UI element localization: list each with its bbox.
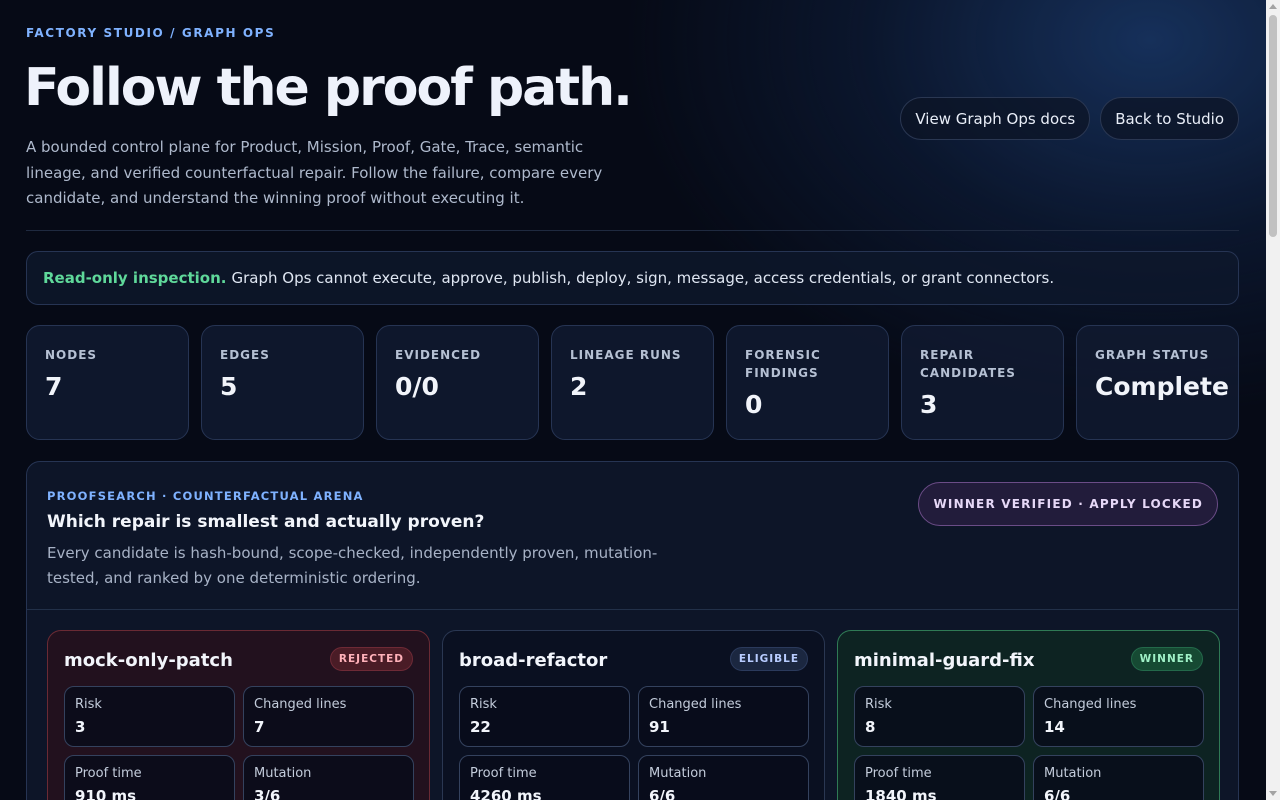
metric-changed-lines: Changed lines 7 xyxy=(243,686,414,747)
stat-value: 3 xyxy=(920,390,938,419)
metric-changed-lines: Changed lines 91 xyxy=(638,686,809,747)
stat-label: FORENSIC FINDINGS xyxy=(745,348,821,380)
metric-mutation: Mutation 6/6 xyxy=(1033,755,1204,800)
candidate-card-mock-only-patch[interactable]: mock-only-patch REJECTED Risk 3 Changed … xyxy=(47,630,430,800)
status-badge: REJECTED xyxy=(329,647,413,671)
stat-label: GRAPH STATUS xyxy=(1095,348,1210,362)
stat-value: 5 xyxy=(220,372,238,401)
metric-label: Mutation xyxy=(649,766,707,781)
stat-label: REPAIR CANDIDATES xyxy=(920,348,1016,380)
notice-text: Graph Ops cannot execute, approve, publi… xyxy=(231,269,1055,287)
stat-value: 2 xyxy=(570,372,588,401)
notice-strong: Read-only inspection. xyxy=(43,269,227,287)
metric-value: 91 xyxy=(649,718,670,736)
scroll-thumb[interactable] xyxy=(1269,15,1277,237)
metric-value: 7 xyxy=(254,718,265,736)
metric-value: 6/6 xyxy=(649,787,676,800)
metric-changed-lines: Changed lines 14 xyxy=(1033,686,1204,747)
metric-value: 22 xyxy=(470,718,491,736)
stats-row: NODES 7 EDGES 5 EVIDENCED 0/0 LINEAGE RU… xyxy=(26,325,1239,440)
metric-mutation: Mutation 6/6 xyxy=(638,755,809,800)
stat-value: 7 xyxy=(45,372,63,401)
stat-nodes: NODES 7 xyxy=(26,325,189,440)
metric-proof-time: Proof time 1840 ms xyxy=(854,755,1025,800)
metric-risk: Risk 3 xyxy=(64,686,235,747)
candidate-card-broad-refactor[interactable]: broad-refactor ELIGIBLE Risk 22 Changed … xyxy=(442,630,825,800)
winner-verified-badge: WINNER VERIFIED · APPLY LOCKED xyxy=(918,482,1218,526)
status-badge: WINNER xyxy=(1130,647,1203,671)
back-to-studio-button[interactable]: Back to Studio xyxy=(1100,97,1239,140)
metric-label: Changed lines xyxy=(1044,697,1137,712)
stat-label: EDGES xyxy=(220,348,270,362)
stat-evidenced: EVIDENCED 0/0 xyxy=(376,325,539,440)
page-description: A bounded control plane for Product, Mis… xyxy=(26,138,603,207)
stat-edges: EDGES 5 xyxy=(201,325,364,440)
stat-value: Complete xyxy=(1095,372,1229,401)
stat-label: NODES xyxy=(45,348,98,362)
metric-proof-time: Proof time 4260 ms xyxy=(459,755,630,800)
view-docs-button[interactable]: View Graph Ops docs xyxy=(900,97,1091,140)
metric-value: 910 ms xyxy=(75,787,137,800)
arena-divider xyxy=(27,609,1238,610)
stat-value: 0 xyxy=(745,390,763,419)
arena-description: Every candidate is hash-bound, scope-che… xyxy=(47,544,658,587)
status-badge: ELIGIBLE xyxy=(729,647,808,671)
stat-forensic-findings: FORENSIC FINDINGS 0 xyxy=(726,325,889,440)
metric-label: Risk xyxy=(75,697,102,712)
stat-lineage-runs: LINEAGE RUNS 2 xyxy=(551,325,714,440)
stat-label: LINEAGE RUNS xyxy=(570,348,682,362)
metric-label: Mutation xyxy=(254,766,312,781)
candidate-card-minimal-guard-fix[interactable]: minimal-guard-fix WINNER Risk 8 Changed … xyxy=(837,630,1220,800)
page-scrollbar[interactable] xyxy=(1266,0,1280,800)
read-only-notice: Read-only inspection. Graph Ops cannot e… xyxy=(26,251,1239,305)
arena-title: Which repair is smallest and actually pr… xyxy=(47,512,485,532)
scroll-down-arrow-icon[interactable] xyxy=(1269,791,1277,796)
metric-label: Mutation xyxy=(1044,766,1102,781)
metric-label: Changed lines xyxy=(254,697,347,712)
metric-value: 14 xyxy=(1044,718,1065,736)
metric-label: Risk xyxy=(470,697,497,712)
candidate-metrics: Risk 22 Changed lines 91 Proof time 4260… xyxy=(459,686,809,800)
metric-label: Proof time xyxy=(865,766,932,781)
stat-graph-status: GRAPH STATUS Complete xyxy=(1076,325,1239,440)
metric-value: 1840 ms xyxy=(865,787,937,800)
metric-value: 6/6 xyxy=(1044,787,1071,800)
counterfactual-arena: PROOFSEARCH · COUNTERFACTUAL ARENA Which… xyxy=(26,461,1239,800)
metric-label: Changed lines xyxy=(649,697,742,712)
breadcrumb: FACTORY STUDIO / GRAPH OPS xyxy=(26,26,276,40)
metric-value: 3 xyxy=(75,718,86,736)
stat-repair-candidates: REPAIR CANDIDATES 3 xyxy=(901,325,1064,440)
metric-risk: Risk 8 xyxy=(854,686,1025,747)
metric-risk: Risk 22 xyxy=(459,686,630,747)
metric-label: Proof time xyxy=(75,766,142,781)
page-title: Follow the proof path. xyxy=(24,58,633,118)
candidate-metrics: Risk 8 Changed lines 14 Proof time 1840 … xyxy=(854,686,1204,800)
candidate-cards: mock-only-patch REJECTED Risk 3 Changed … xyxy=(47,630,1220,800)
arena-eyebrow: PROOFSEARCH · COUNTERFACTUAL ARENA xyxy=(47,489,364,503)
metric-label: Proof time xyxy=(470,766,537,781)
stat-label: EVIDENCED xyxy=(395,348,482,362)
header-actions: View Graph Ops docs Back to Studio xyxy=(900,97,1239,140)
metric-value: 3/6 xyxy=(254,787,281,800)
metric-value: 8 xyxy=(865,718,876,736)
header-divider xyxy=(26,230,1239,231)
metric-mutation: Mutation 3/6 xyxy=(243,755,414,800)
scroll-up-arrow-icon[interactable] xyxy=(1269,4,1277,9)
stat-value: 0/0 xyxy=(395,372,439,401)
metric-label: Risk xyxy=(865,697,892,712)
metric-value: 4260 ms xyxy=(470,787,542,800)
metric-proof-time: Proof time 910 ms xyxy=(64,755,235,800)
candidate-metrics: Risk 3 Changed lines 7 Proof time 910 ms… xyxy=(64,686,414,800)
